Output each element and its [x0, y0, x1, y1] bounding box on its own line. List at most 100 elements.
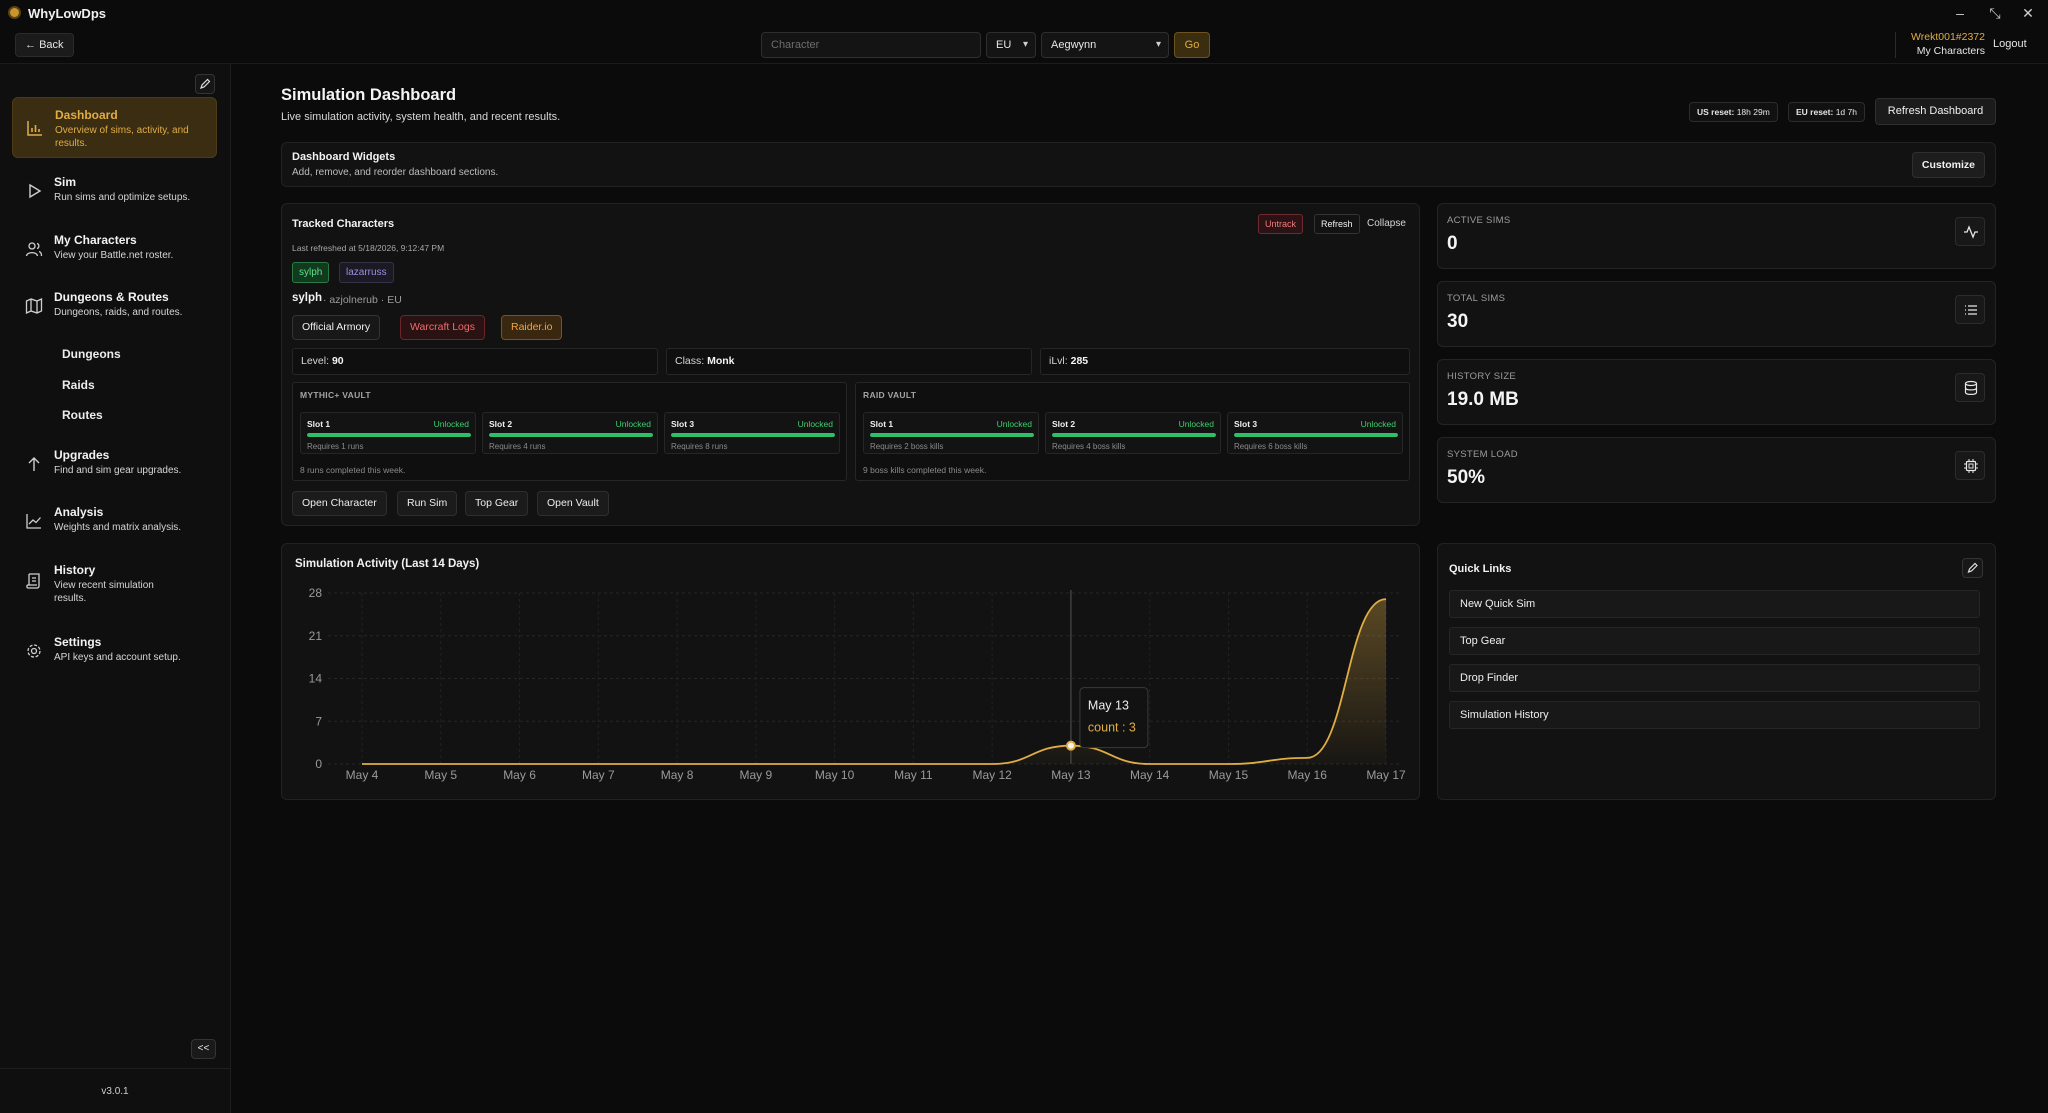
progress-bar [489, 433, 653, 437]
sidebar-item-upgrades[interactable]: Upgrades Find and sim gear upgrades. [12, 444, 217, 484]
quick-link-simulation-history[interactable]: Simulation History [1449, 701, 1980, 729]
collapse-sidebar-button[interactable]: << [191, 1039, 216, 1059]
untrack-button[interactable]: Untrack [1258, 214, 1304, 234]
map-icon [25, 297, 43, 315]
vault-title: RAID VAULT [863, 390, 917, 400]
simulation-activity-panel: Simulation Activity (Last 14 Days) 0 7 14 2… [281, 543, 1420, 800]
status-badge: Unlocked [615, 419, 651, 429]
sidebar-edit-button[interactable] [195, 74, 215, 94]
sidebar-subitem-raids[interactable]: Raids [62, 378, 95, 392]
logout-link[interactable]: Logout [1993, 38, 2027, 50]
go-button[interactable]: Go [1174, 32, 1210, 58]
character-chip[interactable]: lazarruss [339, 262, 394, 283]
widgets-subtitle: Add, remove, and reorder dashboard secti… [292, 167, 499, 178]
progress-bar [1052, 433, 1216, 437]
status-badge: Unlocked [433, 419, 469, 429]
mythic-vault: MYTHIC+ VAULT Slot 1 Unlocked Requires 1… [292, 382, 847, 481]
widgets-title: Dashboard Widgets [292, 151, 396, 163]
character-realm: · azjolnerub · EU [323, 294, 402, 306]
series-area [362, 599, 1386, 764]
user-tag[interactable]: Wrekt001#2372 [1906, 31, 1985, 43]
database-icon [1955, 373, 1985, 402]
ilvl-stat: iLvl: 285 [1040, 348, 1410, 375]
my-characters-link[interactable]: My Characters [1906, 45, 1985, 57]
progress-bar [870, 433, 1034, 437]
minimize-icon[interactable]: – [1947, 3, 1973, 23]
active-point [1065, 740, 1076, 751]
quick-link-top-gear[interactable]: Top Gear [1449, 627, 1980, 655]
open-character-button[interactable]: Open Character [292, 491, 387, 516]
chart-bar-icon [27, 121, 42, 136]
close-icon[interactable]: ✕ [2015, 3, 2041, 23]
warcraft-logs-button[interactable]: Warcraft Logs [400, 315, 485, 340]
quick-link-new-quick-sim[interactable]: New Quick Sim [1449, 590, 1980, 618]
sidebar-item-desc: Weights and matrix analysis. [54, 522, 182, 533]
y-tick-label: 0 [315, 757, 322, 771]
system-load-card: SYSTEM LOAD 50% [1437, 437, 1996, 503]
header-divider [1895, 32, 1896, 58]
vault-footer: 8 runs completed this week. [300, 465, 406, 475]
pencil-icon [1967, 562, 1978, 573]
realm-select[interactable]: Aegwynn ▾ [1041, 32, 1169, 58]
sidebar-item-sim[interactable]: Sim Run sims and optimize setups. [12, 171, 217, 211]
quick-links-edit-button[interactable] [1962, 558, 1983, 578]
x-tick-label: May 17 [1366, 768, 1406, 782]
sidebar-item-title: Dungeons & Routes [54, 290, 169, 304]
sidebar-item-history[interactable]: History View recent simulation results. [12, 559, 217, 609]
customize-button[interactable]: Customize [1911, 152, 1985, 178]
sidebar-item-desc: Dungeons, raids, and routes. [54, 307, 183, 318]
run-sim-button[interactable]: Run Sim [397, 491, 458, 516]
official-armory-button[interactable]: Official Armory [292, 315, 381, 340]
sidebar-item-title: Settings [54, 635, 102, 649]
top-gear-button[interactable]: Top Gear [465, 491, 529, 516]
sidebar-item-title: Upgrades [54, 448, 110, 462]
restore-icon[interactable]: ⤡ [1982, 3, 2008, 23]
vault-slot: Slot 3 Unlocked Requires 8 runs [664, 412, 840, 454]
tooltip-box [1079, 687, 1149, 749]
collapse-button[interactable]: Collapse [1367, 218, 1406, 229]
character-chip[interactable]: sylph [292, 262, 330, 283]
pencil-icon [200, 78, 211, 89]
divider [0, 1068, 230, 1069]
character-input[interactable] [761, 32, 981, 58]
tracked-title: Tracked Characters [292, 218, 395, 230]
arrow-up-icon [28, 457, 40, 471]
sidebar-item-dashboard[interactable]: Dashboard Overview of sims, activity, an… [12, 97, 217, 158]
dashboard-widgets-panel: Dashboard Widgets Add, remove, and reord… [281, 142, 1996, 187]
raiderio-button[interactable]: Raider.io [501, 315, 563, 340]
level-stat: Level: 90 [292, 348, 658, 375]
quick-links-title: Quick Links [1449, 563, 1512, 575]
progress-bar [671, 433, 835, 437]
region-select[interactable]: EU ▾ [986, 32, 1036, 58]
back-button[interactable]: ← Back [15, 33, 74, 57]
refresh-character-button[interactable]: Refresh [1314, 214, 1360, 234]
progress-bar [307, 433, 471, 437]
sidebar-item-analysis[interactable]: Analysis Weights and matrix analysis. [12, 501, 217, 541]
gear-icon [27, 644, 41, 658]
activity-chart[interactable]: 0 7 14 21 28 May 4 May 5 May 6 May 7 May 8 May 9 Ma… [282, 544, 1421, 801]
vault-slot: Slot 1 Unlocked Requires 2 boss kills [863, 412, 1039, 454]
sidebar-subitem-dungeons[interactable]: Dungeons [62, 347, 121, 361]
class-stat: Class: Monk [666, 348, 1032, 375]
sidebar-item-dungeons-routes[interactable]: Dungeons & Routes Dungeons, raids, and r… [12, 286, 217, 326]
sidebar-item-desc: Run sims and optimize setups. [54, 192, 191, 203]
play-icon [29, 183, 42, 199]
quick-links-panel: Quick Links New Quick Sim Top Gear Drop … [1437, 543, 1996, 800]
sidebar-subitem-routes[interactable]: Routes [62, 408, 103, 422]
sidebar-item-settings[interactable]: Settings API keys and account setup. [12, 631, 217, 671]
tooltip-value: count : 3 [1088, 721, 1136, 735]
list-icon [1955, 295, 1985, 324]
page-subtitle: Live simulation activity, system health,… [281, 111, 561, 123]
us-reset-badge: US reset: 18h 29m [1689, 102, 1778, 122]
x-tick-label: May 10 [815, 768, 855, 782]
sidebar-item-my-characters[interactable]: My Characters View your Battle.net roste… [12, 229, 217, 269]
refresh-dashboard-button[interactable]: Refresh Dashboard [1875, 98, 1996, 125]
x-tick-label: May 7 [582, 768, 615, 782]
status-badge: Unlocked [1360, 419, 1396, 429]
open-vault-button[interactable]: Open Vault [537, 491, 609, 516]
quick-link-drop-finder[interactable]: Drop Finder [1449, 664, 1980, 692]
active-sims-card: ACTIVE SIMS 0 [1437, 203, 1996, 269]
character-name: sylph [292, 292, 323, 304]
sidebar-item-title: Dashboard [55, 108, 118, 122]
chart-tooltip: May 13 count : 3 [1079, 687, 1149, 749]
